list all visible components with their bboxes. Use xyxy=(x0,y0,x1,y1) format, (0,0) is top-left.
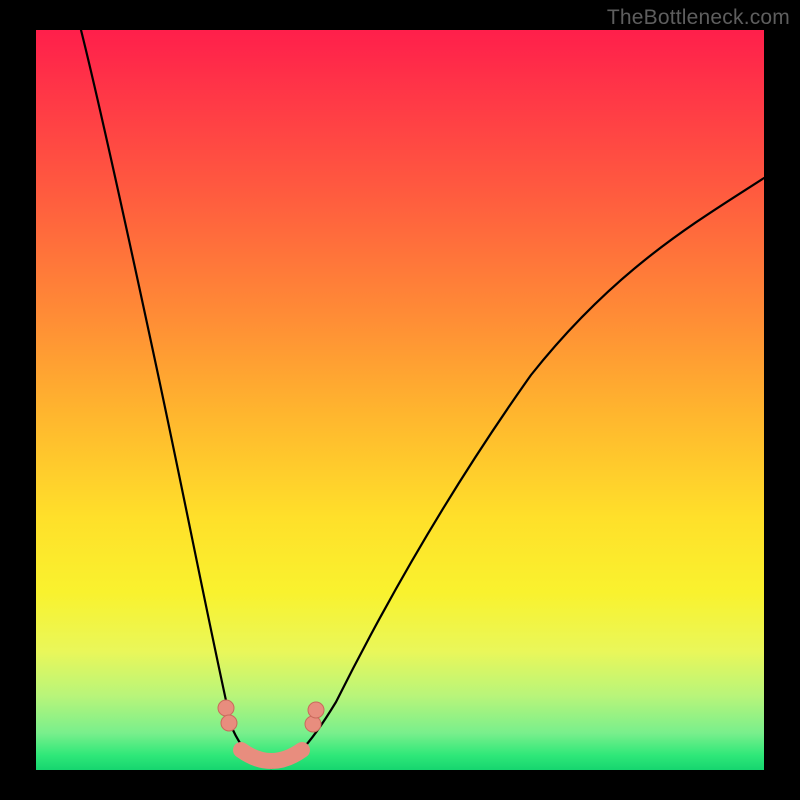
highlight-marker xyxy=(308,702,324,718)
highlight-marker xyxy=(305,716,321,732)
highlight-marker xyxy=(218,700,234,716)
highlight-marker xyxy=(221,715,237,731)
plot-area xyxy=(36,30,764,770)
curve-left-branch xyxy=(81,30,271,768)
curve-right-branch xyxy=(271,178,764,768)
watermark-text: TheBottleneck.com xyxy=(607,6,790,30)
chart-frame: TheBottleneck.com xyxy=(0,0,800,800)
highlight-arc xyxy=(241,750,302,761)
chart-svg xyxy=(36,30,764,770)
